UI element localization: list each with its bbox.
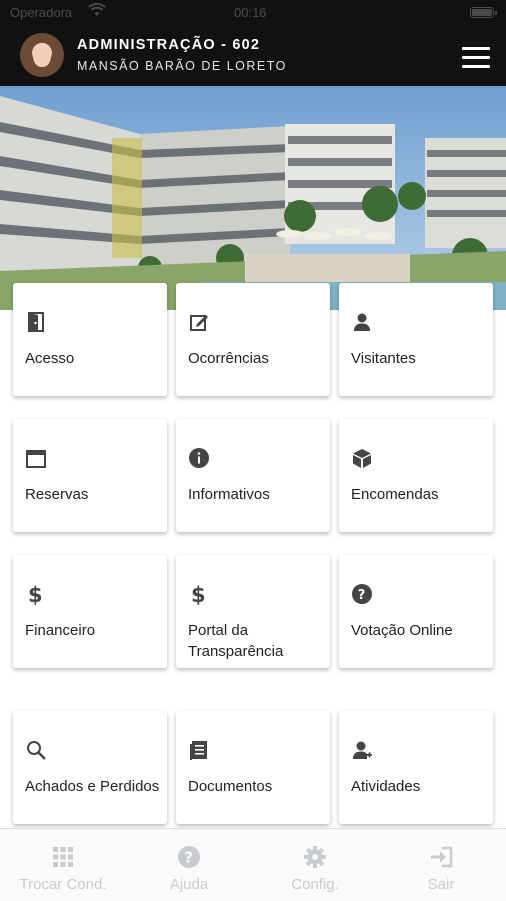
bottom-tab-bar: Trocar Cond. ? Ajuda Config. Sair [0, 828, 506, 901]
svg-text:$: $ [28, 583, 43, 605]
hamburger-menu-button[interactable] [460, 47, 492, 69]
tab-trocar-condominio[interactable]: Trocar Cond. [0, 829, 126, 901]
tile-visitantes[interactable]: Visitantes [339, 283, 493, 396]
svg-text:?: ? [358, 588, 366, 603]
document-icon [190, 741, 207, 760]
tile-achados-perdidos[interactable]: Achados e Perdidos [13, 711, 167, 824]
person-icon [354, 313, 370, 331]
menu-line [462, 65, 490, 68]
gear-icon [304, 846, 326, 868]
package-icon [353, 449, 371, 468]
tile-label: Visitantes [351, 350, 416, 367]
tab-label: Ajuda [169, 876, 209, 893]
tile-label: Acesso [25, 350, 75, 367]
tile-label: Achados e Perdidos [25, 778, 160, 795]
tab-sair[interactable]: Sair [378, 829, 504, 901]
avatar-face [33, 43, 51, 67]
svg-text:$: $ [191, 583, 206, 605]
tile-votacao-online[interactable]: ? Votação Online [339, 555, 493, 668]
tile-informativos[interactable]: Informativos [176, 419, 330, 532]
clock-label: 00:16 [234, 5, 267, 20]
avatar[interactable] [20, 33, 64, 77]
tile-acesso[interactable]: Acesso [13, 283, 167, 396]
tile-label: Ocorrências [188, 350, 269, 367]
svg-text:?: ? [184, 849, 193, 867]
info-icon [189, 448, 209, 468]
tile-ocorrencias[interactable]: Ocorrências [176, 283, 330, 396]
menu-line [462, 56, 490, 59]
carrier-label: Operadora [10, 5, 73, 20]
tile-label: Portal da Transparência [188, 622, 284, 660]
condo-hero-image [0, 86, 506, 310]
help-icon: ? [352, 584, 372, 604]
tile-portal-transparencia[interactable]: $ Portal da Transparência [176, 555, 330, 668]
tab-label: Sair [427, 876, 455, 893]
dollar-icon: $ [191, 583, 206, 605]
battery-icon [470, 7, 497, 18]
tile-label: Encomendas [351, 486, 439, 503]
tile-label: Financeiro [25, 622, 96, 639]
tile-encomendas[interactable]: Encomendas [339, 419, 493, 532]
tile-label: Reservas [25, 486, 89, 503]
help-icon: ? [178, 846, 200, 868]
tab-config[interactable]: Config. [252, 829, 378, 901]
tile-label: Votação Online [351, 622, 453, 639]
tab-label: Trocar Cond. [19, 876, 107, 893]
unit-title: ADMINISTRAÇÃO - 602 [77, 37, 261, 53]
wifi-icon [88, 3, 106, 16]
calendar-icon [26, 450, 46, 468]
grid-icon [53, 847, 73, 867]
tab-ajuda[interactable]: ? Ajuda [126, 829, 252, 901]
person-plus-icon [353, 741, 372, 759]
tab-label: Config. [291, 876, 339, 893]
tile-label: Informativos [188, 486, 270, 503]
tile-label: Documentos [188, 778, 273, 795]
building-illustration [0, 86, 506, 310]
tile-reservas[interactable]: Reservas [13, 419, 167, 532]
search-icon [27, 741, 46, 760]
tile-documentos[interactable]: Documentos [176, 711, 330, 824]
door-icon [28, 312, 44, 332]
logout-icon [431, 846, 453, 868]
menu-line [462, 47, 490, 50]
condo-name: MANSÃO BARÃO DE LORETO [77, 59, 287, 73]
status-bar: Operadora 00:16 [0, 0, 506, 26]
edit-icon [190, 315, 208, 331]
dollar-icon: $ [28, 583, 43, 605]
tile-atividades[interactable]: Atividades [339, 711, 493, 824]
tile-financeiro[interactable]: $ Financeiro [13, 555, 167, 668]
app-header: Operadora 00:16 ADMINISTRAÇÃO - 602 MANS… [0, 0, 506, 86]
tile-label: Atividades [351, 778, 421, 795]
